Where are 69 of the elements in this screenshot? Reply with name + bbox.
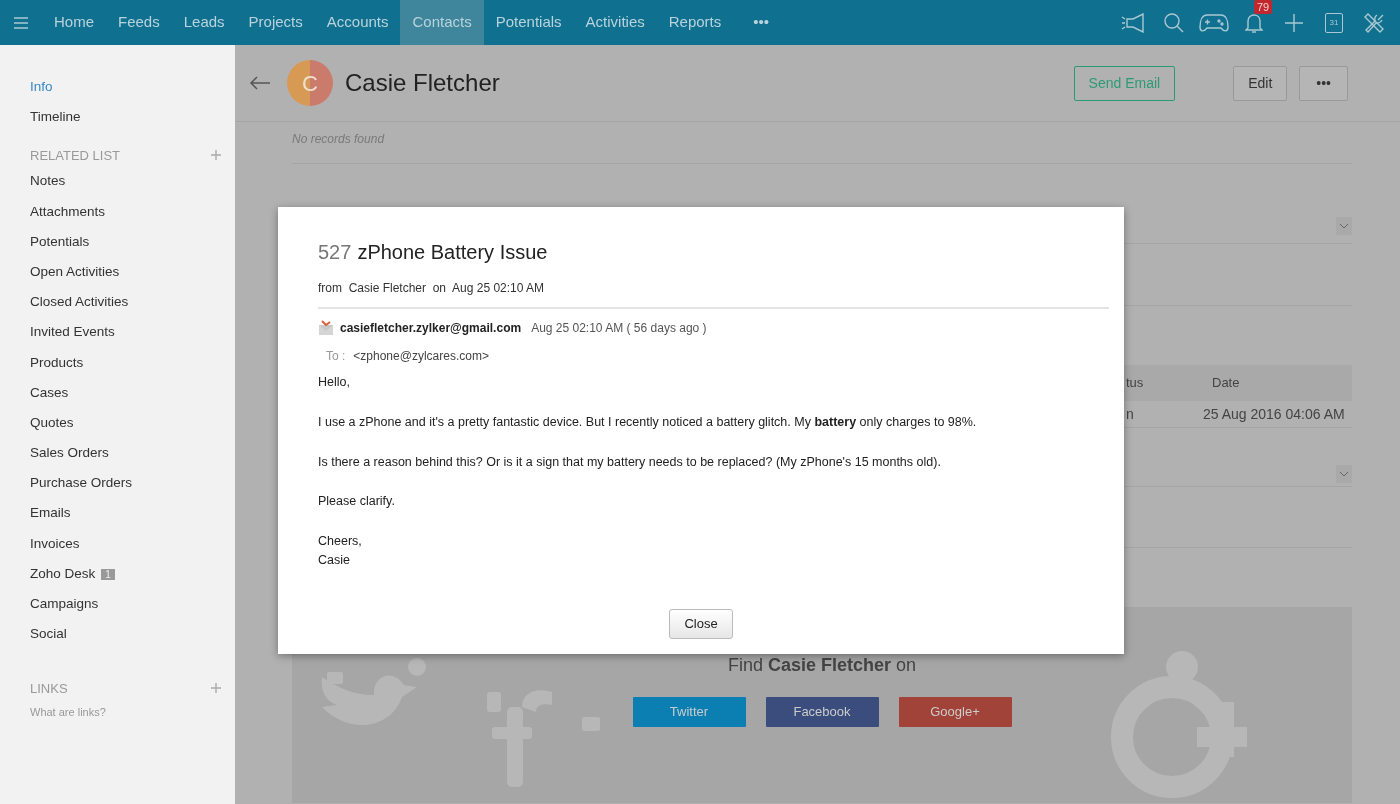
sender-email: casiefletcher.zylker@gmail.com [340, 320, 522, 337]
sidebar-item[interactable]: Notes [30, 171, 235, 202]
nav-tab[interactable]: Potentials [483, 0, 574, 45]
nav-tab[interactable]: Reports [656, 0, 734, 45]
mail-icon [318, 320, 334, 336]
sidebar-item[interactable]: Invoices [30, 533, 235, 564]
more-menu[interactable]: ••• [741, 0, 782, 45]
chevron-down-icon[interactable] [1339, 223, 1349, 229]
sidebar-item[interactable]: Sales Orders [30, 443, 235, 474]
count-badge: 1 [101, 568, 115, 580]
tools-icon[interactable] [1363, 11, 1385, 34]
email-paragraph: I use a zPhone and it's a pretty fantastic device. But I recently noticed a battery glitch. My battery only charges to 98%. [318, 413, 978, 431]
gamepad-icon[interactable] [1199, 12, 1229, 33]
sidebar-item[interactable]: Campaigns [30, 594, 235, 625]
plus-icon[interactable] [211, 683, 221, 694]
sidebar-item[interactable]: Purchase Orders [30, 473, 235, 504]
menu-icon[interactable] [14, 16, 28, 29]
sidebar-item[interactable]: Info [30, 77, 235, 108]
table-cell-text: 25 Aug 2016 04:06 AM [1203, 404, 1345, 424]
sidebar-item[interactable]: Social [30, 624, 235, 655]
email-paragraph: Hello, [318, 374, 351, 391]
email-paragraph: Is there a reason behind this? Or is it a sign that my battery needs to be replaced? (My zPhone's 15 months old). [318, 453, 942, 471]
social-button[interactable]: Facebook [765, 697, 879, 727]
sidebar-item[interactable]: Emails [30, 503, 235, 534]
sidebar-item[interactable]: Timeline [30, 107, 235, 138]
nav-tab[interactable]: Feeds [106, 0, 172, 45]
close-button[interactable]: Close [669, 609, 733, 639]
column-header: tus [1126, 374, 1145, 393]
more-button[interactable]: ••• [1299, 65, 1348, 101]
social-heading: Find Casie Fletcher on [727, 655, 917, 675]
ticket-number: 527 [318, 241, 352, 263]
back-arrow-icon[interactable] [249, 75, 271, 91]
recipient-email: <zphone@zylcares.com> [353, 349, 489, 363]
plus-icon[interactable] [1285, 13, 1303, 32]
sidebar-item[interactable]: Zoho Desk 1 [30, 563, 235, 594]
sidebar-item[interactable]: Attachments [30, 201, 235, 232]
sidebar-item[interactable]: Quotes [30, 412, 235, 444]
email-paragraph: Cheers, Casie [318, 533, 363, 569]
calendar-icon[interactable]: 31 [1325, 12, 1343, 33]
sidebar-item[interactable]: Invited Events [30, 322, 235, 353]
chevron-down-icon[interactable] [1339, 470, 1349, 477]
bell-icon[interactable] [1245, 12, 1263, 33]
search-icon[interactable] [1164, 12, 1184, 33]
email-subject: zPhone Battery Issue [357, 241, 548, 263]
notification-count: 79 [1254, 0, 1273, 14]
plus-icon[interactable] [211, 150, 221, 161]
table-cell-text: n [1126, 404, 1135, 424]
nav-tab[interactable]: Accounts [314, 0, 401, 45]
sidebar-item[interactable]: Products [30, 352, 235, 383]
section-heading: RELATED LIST [30, 146, 121, 165]
contact-name: Casie Fletcher [345, 68, 500, 98]
email-meta: from Casie Fletcher on Aug 25 02:10 AM [318, 280, 546, 297]
column-header: Date [1212, 374, 1240, 393]
nav-tab[interactable]: Home [42, 0, 106, 45]
sidebar-item[interactable]: Cases [30, 382, 235, 413]
megaphone-icon[interactable] [1121, 12, 1147, 33]
avatar: C [287, 60, 333, 106]
sidebar-item[interactable]: Open Activities [30, 261, 235, 293]
nav-tab[interactable]: Activities [573, 0, 657, 45]
nav-tab[interactable]: Leads [171, 0, 237, 45]
to-label: To : [326, 349, 346, 363]
sidebar-item[interactable]: Closed Activities [30, 292, 235, 323]
email-paragraph: Please clarify. [318, 493, 396, 511]
sent-time: Aug 25 02:10 AM ( 56 days ago ) [531, 320, 707, 337]
sidebar-item[interactable]: Potentials [30, 231, 235, 262]
nav-tab[interactable]: Projects [236, 0, 315, 45]
social-button[interactable]: Google+ [898, 697, 1012, 727]
section-heading: LINKS [30, 679, 68, 698]
edit-button[interactable]: Edit [1233, 65, 1288, 101]
